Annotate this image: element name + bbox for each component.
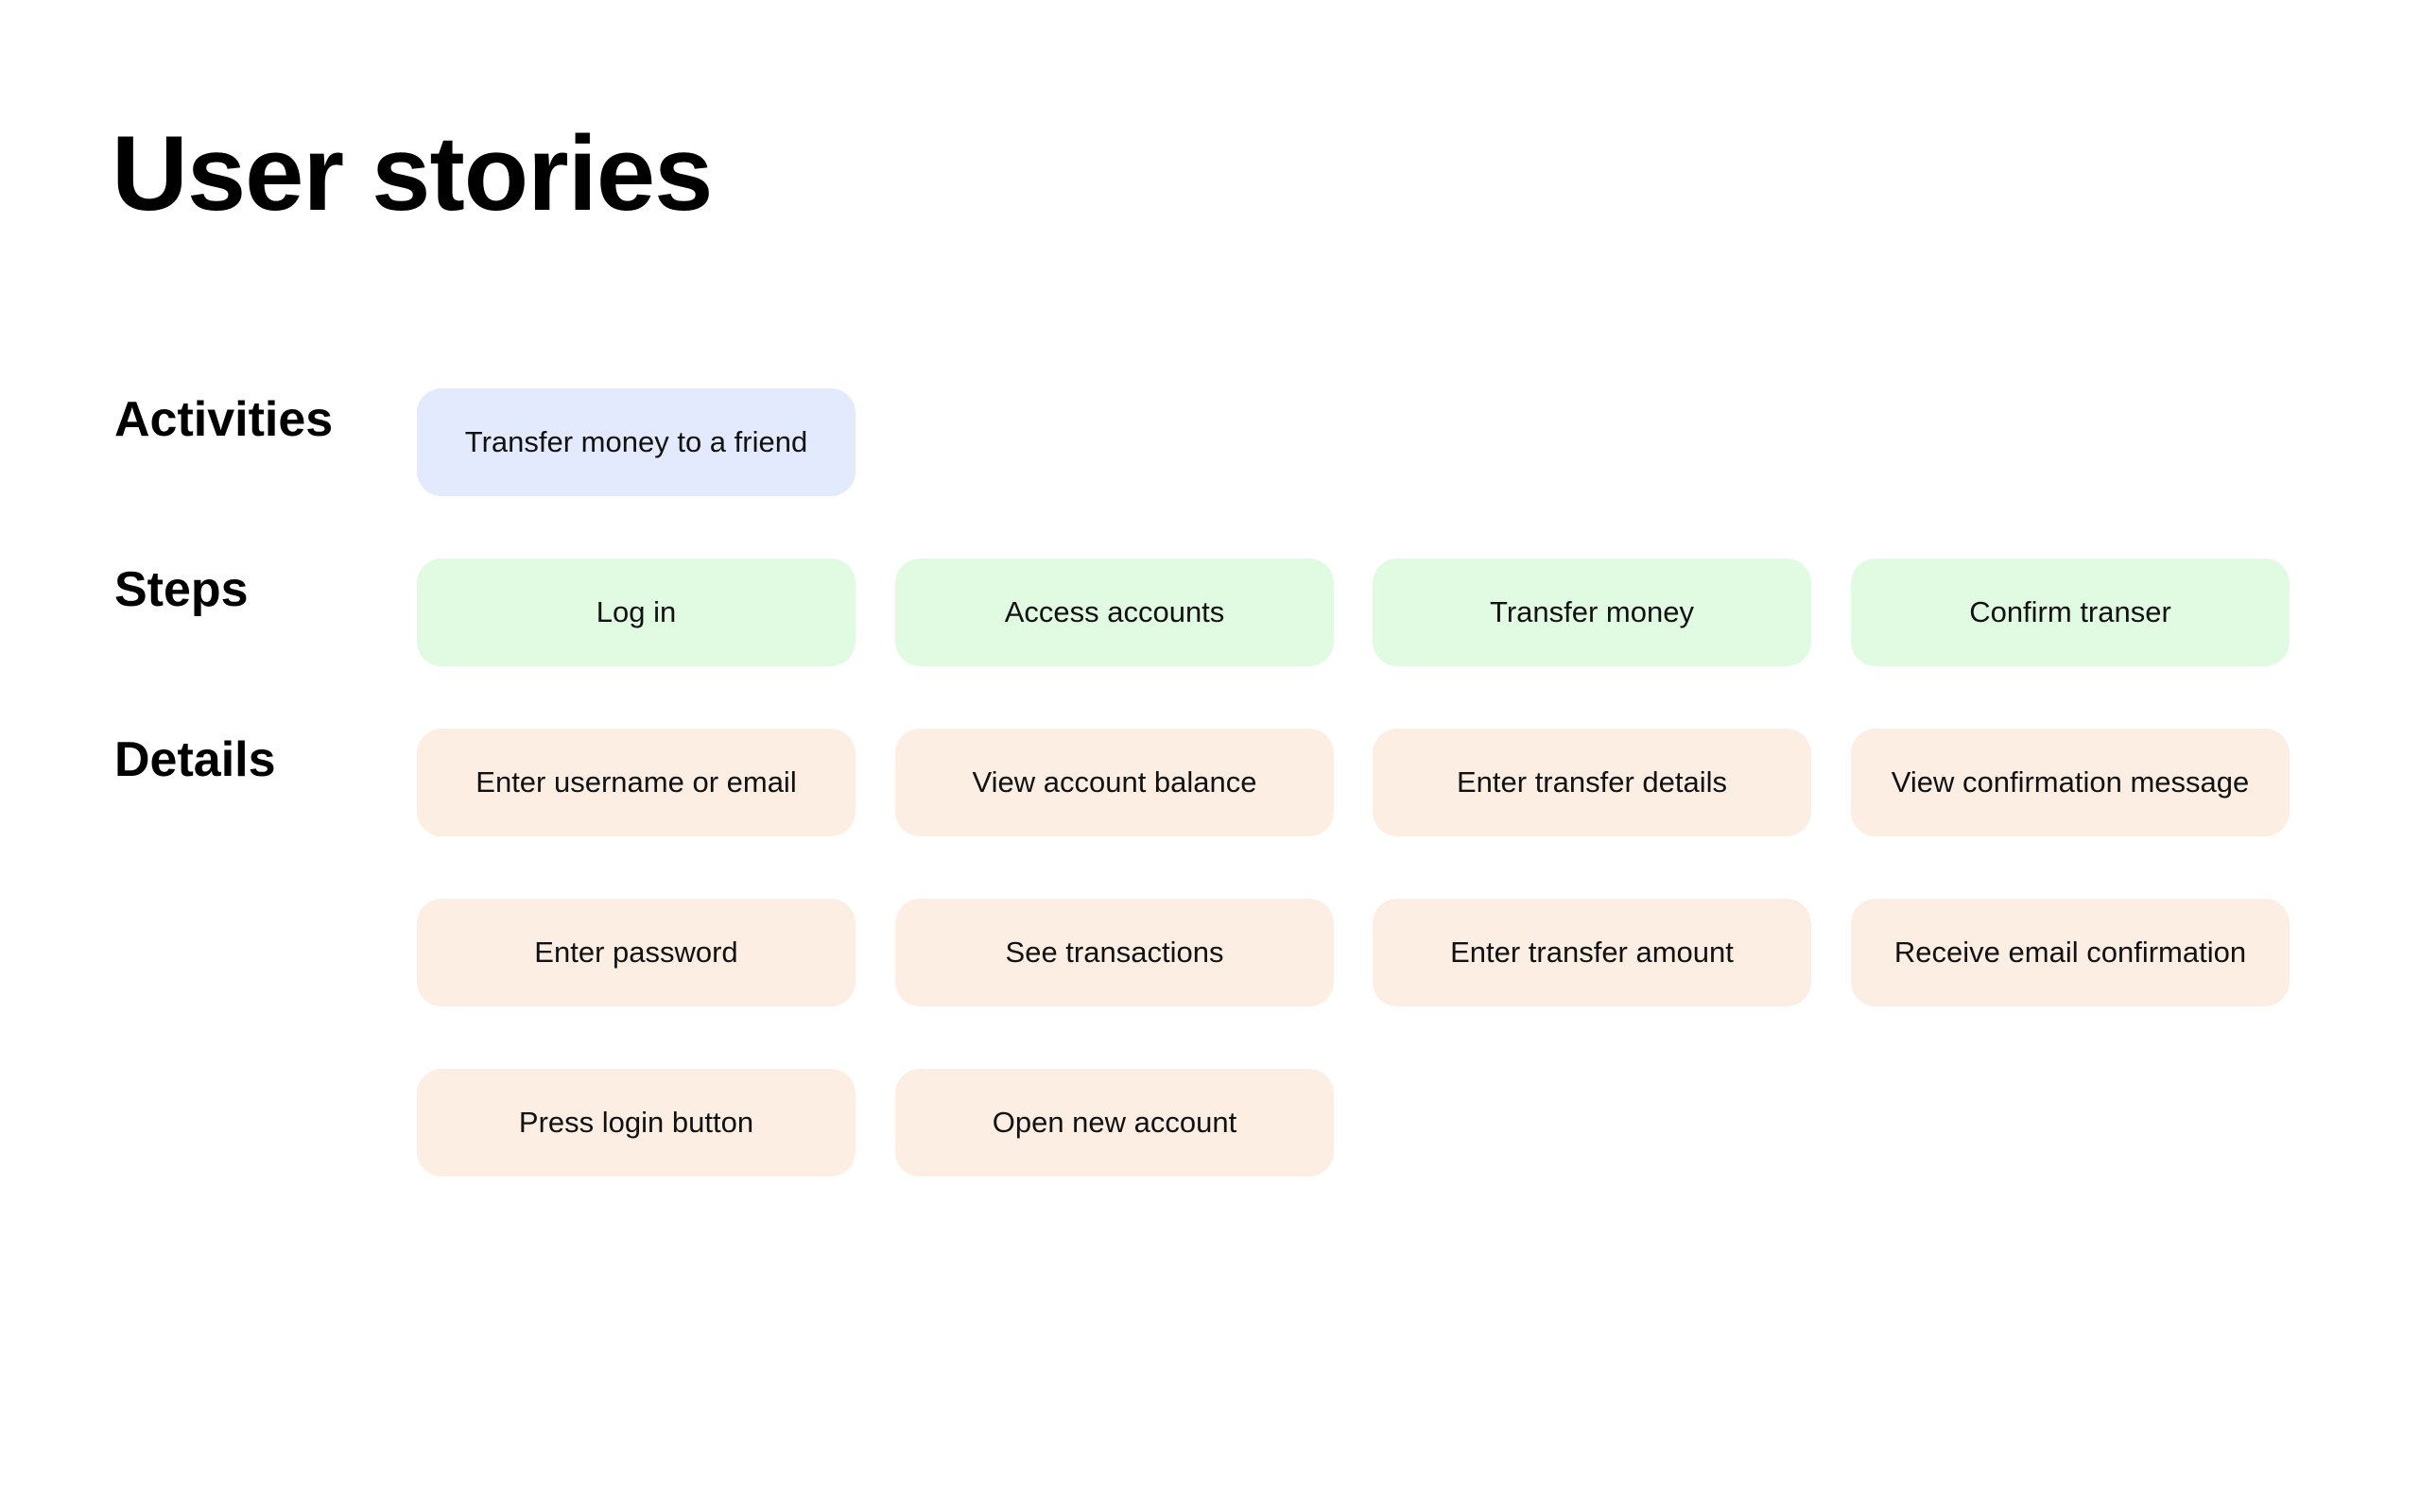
step-card-transfer-money[interactable]: Transfer money: [1373, 558, 1811, 666]
row-label-steps: Steps: [114, 562, 249, 617]
detail-card[interactable]: Press login button: [417, 1069, 856, 1177]
step-card-confirm-transfer[interactable]: Confirm transer: [1851, 558, 2290, 666]
step-card-access-accounts[interactable]: Access accounts: [895, 558, 1334, 666]
step-card-log-in[interactable]: Log in: [417, 558, 856, 666]
detail-card[interactable]: Enter password: [417, 899, 856, 1006]
row-label-activities: Activities: [114, 392, 334, 447]
detail-card[interactable]: View confirmation message: [1851, 729, 2290, 836]
detail-card[interactable]: View account balance: [895, 729, 1334, 836]
detail-card[interactable]: See transactions: [895, 899, 1334, 1006]
activity-card[interactable]: Transfer money to a friend: [417, 388, 856, 496]
detail-card[interactable]: Enter username or email: [417, 729, 856, 836]
row-label-details: Details: [114, 732, 276, 787]
detail-card[interactable]: Enter transfer amount: [1373, 899, 1811, 1006]
detail-card[interactable]: Receive email confirmation: [1851, 899, 2290, 1006]
page-title: User stories: [112, 114, 713, 232]
detail-card[interactable]: Enter transfer details: [1373, 729, 1811, 836]
detail-card[interactable]: Open new account: [895, 1069, 1334, 1177]
